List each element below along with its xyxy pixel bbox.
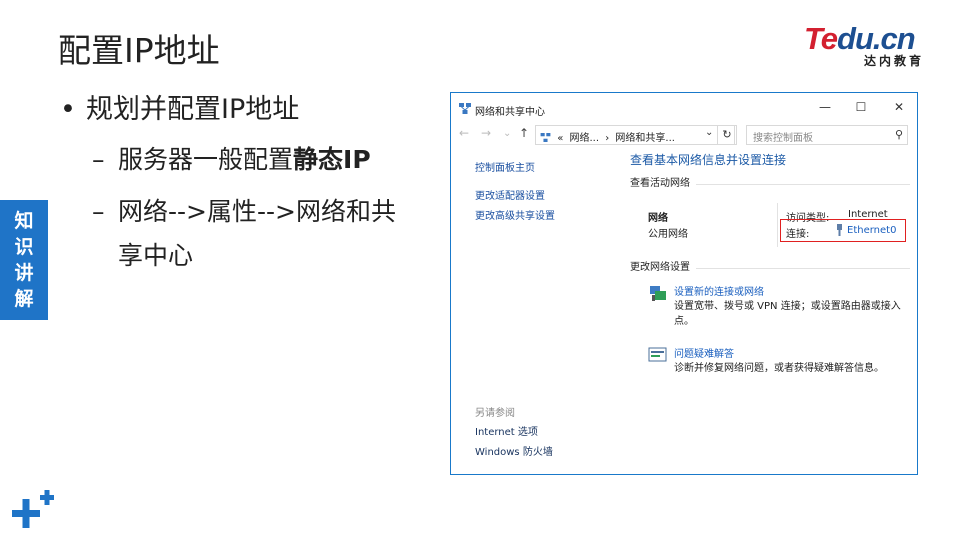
link-troubleshoot[interactable]: 问题疑难解答	[674, 345, 734, 360]
task-troubleshoot: 问题疑难解答 诊断并修复网络问题，或者获得疑难解答信息。	[630, 341, 912, 397]
knowledge-side-tab: 知 识 讲 解	[0, 200, 48, 320]
breadcrumb-overflow[interactable]: «	[557, 133, 563, 144]
breadcrumb-network-icon	[540, 133, 551, 142]
troubleshoot-icon	[648, 347, 667, 362]
tedu-logo: Tedu.cn 达内教育	[804, 21, 934, 69]
window-title: 网络和共享中心	[475, 107, 545, 118]
side-tab-char: 讲	[14, 262, 34, 284]
see-also-header: 另请参阅	[475, 408, 515, 419]
maximize-button[interactable]: ☐	[847, 97, 875, 117]
forward-arrow-icon[interactable]: →	[481, 126, 491, 140]
task-setup-connection: 设置新的连接或网络 设置宽带、拨号或 VPN 连接；或设置路由器或接入点。	[630, 279, 912, 335]
logo-te: Te	[804, 21, 838, 56]
main-pane: 查看基本网络信息并设置连接 查看活动网络 网络 公用网络 访问类型: Inter…	[630, 151, 912, 397]
dash-marker: –	[92, 197, 105, 226]
network-category[interactable]: 公用网络	[648, 225, 688, 240]
refresh-icon[interactable]: ↻	[717, 125, 737, 145]
sub-bullet-text: 服务器一般配置	[118, 145, 294, 174]
logo-wordmark: Tedu.cn	[804, 21, 916, 56]
see-also-section: 另请参阅 Internet 选项 Windows 防火墙	[475, 405, 553, 463]
logo-du: du.cn	[837, 21, 916, 56]
sub-bullet-bold: 静态IP	[293, 145, 371, 174]
sub-bullet-static-ip: – 服务器一般配置静态IP	[60, 138, 440, 182]
breadcrumb-item-network[interactable]: 网络...	[570, 133, 600, 144]
network-name: 网络	[648, 213, 668, 224]
highlight-box	[780, 219, 906, 242]
divider	[777, 203, 778, 247]
up-arrow-icon[interactable]: ↑	[519, 126, 529, 140]
window-titlebar[interactable]: 网络和共享中心 — ☐ ✕	[451, 93, 917, 123]
sub-bullet-line2: 享中心	[118, 241, 194, 270]
back-arrow-icon[interactable]: ←	[459, 126, 469, 140]
dash-marker: –	[92, 145, 105, 174]
close-button[interactable]: ✕	[885, 97, 913, 117]
search-placeholder: 搜索控制面板	[753, 133, 813, 144]
active-networks-header: 查看活动网络	[630, 177, 912, 191]
active-network-row: 网络 公用网络 访问类型: Internet 连接: Ethernet0	[630, 195, 912, 247]
task-description: 设置宽带、拨号或 VPN 连接；或设置路由器或接入点。	[674, 301, 901, 327]
search-icon: ⚲	[894, 128, 903, 141]
link-setup-new-connection[interactable]: 设置新的连接或网络	[674, 283, 764, 298]
slide-title: 配置IP地址	[58, 31, 220, 70]
link-windows-firewall[interactable]: Windows 防火墙	[475, 443, 553, 463]
network-center-icon	[459, 103, 471, 114]
sub-bullet-network-path: – 网络-->属性-->网络和共 享中心	[60, 190, 440, 278]
link-control-panel-home[interactable]: 控制面板主页	[475, 159, 615, 179]
side-tab-char: 知	[14, 210, 34, 232]
link-internet-options[interactable]: Internet 选项	[475, 423, 553, 443]
minimize-button[interactable]: —	[811, 97, 839, 117]
change-settings-header: 更改网络设置	[630, 261, 912, 275]
breadcrumb-item-sharing[interactable]: 网络和共享...	[615, 133, 675, 144]
side-tab-char: 解	[14, 288, 34, 310]
bullet-main: 规划并配置IP地址	[60, 90, 440, 130]
logo-subtitle: 达内教育	[864, 54, 925, 68]
sub-bullet-line1: 网络-->属性-->网络和共	[118, 197, 396, 226]
address-dropdown-chevron-icon[interactable]: ⌄	[705, 127, 713, 138]
link-change-adapter-settings[interactable]: 更改适配器设置	[475, 187, 615, 207]
address-bar-row: ← → ⌄ ↑ « 网络... › 网络和共享... ⌄ ↻ 搜索控制面板 ⚲	[451, 123, 917, 147]
left-nav: 控制面板主页 更改适配器设置 更改高级共享设置	[475, 159, 615, 227]
link-advanced-sharing-settings[interactable]: 更改高级共享设置	[475, 207, 615, 227]
main-heading: 查看基本网络信息并设置连接	[630, 153, 787, 167]
plus-decoration-icon	[12, 490, 54, 528]
task-description: 诊断并修复网络问题，或者获得疑难解答信息。	[674, 363, 884, 374]
new-connection-icon	[650, 286, 666, 301]
search-input[interactable]: 搜索控制面板 ⚲	[746, 125, 908, 145]
network-sharing-center-window: 网络和共享中心 — ☐ ✕ ← → ⌄ ↑ « 网络... › 网络和共享...…	[450, 92, 918, 475]
recent-pages-chevron-icon[interactable]: ⌄	[503, 128, 511, 139]
breadcrumb-separator: ›	[605, 133, 610, 144]
side-tab-char: 识	[14, 236, 34, 258]
bullet-list: 规划并配置IP地址 – 服务器一般配置静态IP – 网络-->属性-->网络和共…	[60, 90, 440, 278]
